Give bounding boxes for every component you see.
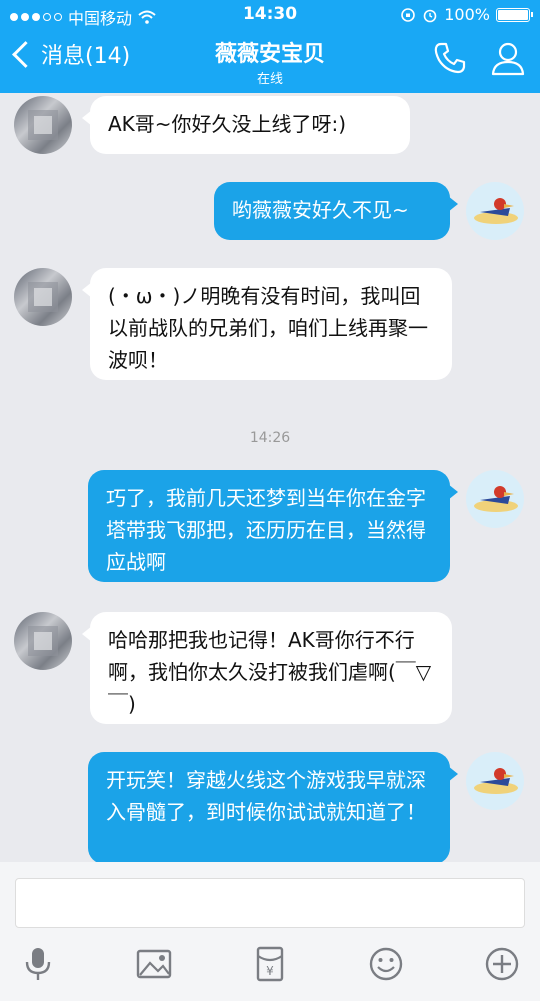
microphone-icon[interactable] bbox=[18, 944, 58, 984]
message-input[interactable] bbox=[15, 878, 525, 928]
input-bar: ¥ bbox=[0, 862, 540, 1001]
message-bubble-me[interactable]: 巧了，我前几天还梦到当年你在金字塔带我飞那把，还历历在目，当然得应战啊 bbox=[88, 470, 458, 582]
my-avatar[interactable] bbox=[466, 470, 524, 528]
image-icon[interactable] bbox=[134, 944, 174, 984]
message-bubble-me[interactable]: 开玩笑！穿越火线这个游戏我早就深入骨髓了，到时候你试试就知道了！ bbox=[88, 752, 458, 864]
battery-percent: 100% bbox=[444, 5, 490, 24]
contact-avatar[interactable] bbox=[14, 612, 72, 670]
emoji-icon[interactable] bbox=[366, 944, 406, 984]
battery-icon bbox=[496, 7, 533, 22]
message-bubble-me[interactable]: 哟薇薇安好久不见~ bbox=[214, 182, 458, 240]
profile-icon[interactable] bbox=[490, 40, 526, 76]
red-packet-icon[interactable]: ¥ bbox=[250, 944, 290, 984]
phone-icon[interactable] bbox=[432, 40, 468, 76]
chat-header: 中国移动 14:30 100% 消息(14) 薇薇安宝贝 在线 bbox=[0, 0, 540, 93]
message-timestamp: 14:26 bbox=[249, 430, 291, 446]
plus-icon[interactable] bbox=[482, 944, 522, 984]
message-bubble-them[interactable]: AK哥~你好久没上线了呀:) bbox=[82, 96, 410, 154]
svg-text:¥: ¥ bbox=[266, 964, 274, 978]
contact-avatar[interactable] bbox=[14, 268, 72, 326]
message-bubble-them[interactable]: (・ω・)ノ明晚有没有时间，我叫回以前战队的兄弟们，咱们上线再聚一波呗！ bbox=[82, 268, 452, 380]
contact-avatar[interactable] bbox=[14, 96, 72, 154]
message-bubble-them[interactable]: 哈哈那把我也记得！AK哥你行不行啊，我怕你太久没打被我们虐啊(￣▽￣) bbox=[82, 612, 452, 724]
my-avatar[interactable] bbox=[466, 752, 524, 810]
rotation-lock-icon bbox=[401, 7, 416, 22]
my-avatar[interactable] bbox=[466, 182, 524, 240]
status-bar: 中国移动 14:30 100% bbox=[0, 0, 540, 30]
alarm-icon bbox=[423, 9, 437, 22]
